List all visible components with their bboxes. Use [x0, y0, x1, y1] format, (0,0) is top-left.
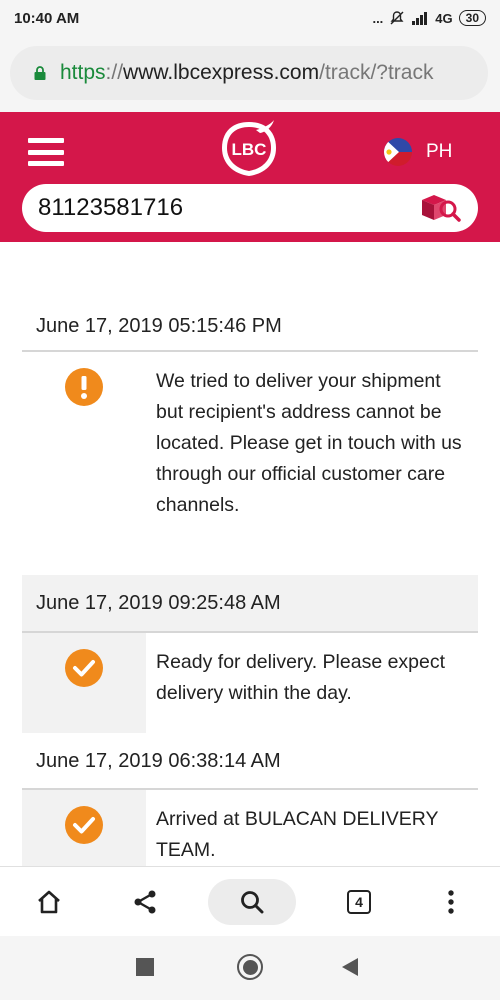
site-header: LBC PH	[0, 112, 500, 242]
lbc-logo[interactable]: LBC	[216, 118, 282, 180]
address-bar[interactable]: https://www.lbcexpress.com/track/?track	[10, 46, 488, 100]
checkmark-icon	[65, 649, 103, 687]
status-time: 10:40 AM	[14, 9, 80, 27]
signal-icon	[412, 12, 428, 25]
url-host: www.lbcexpress.com	[123, 61, 320, 84]
url-separator: ://	[105, 61, 124, 84]
checkmark-icon	[65, 806, 103, 844]
tracking-number-input[interactable]	[38, 194, 408, 222]
more-notifications-icon: ...	[372, 10, 384, 26]
entry-icon-cell	[22, 790, 146, 866]
entry-message: Ready for delivery. Please expect delive…	[146, 633, 478, 733]
entry-date: June 17, 2019 05:15:46 PM	[36, 314, 282, 337]
track-package-search-icon[interactable]	[418, 192, 462, 224]
more-options-button[interactable]	[428, 879, 474, 925]
url-path: /track/?track	[319, 61, 434, 84]
entry-message: Arrived at BULACAN DELIVERY TEAM.	[146, 790, 478, 866]
share-icon	[134, 890, 156, 914]
entry-date: June 17, 2019 09:25:48 AM	[22, 575, 478, 631]
back-button[interactable]	[340, 956, 360, 978]
status-bar: 10:40 AM ... 4G 30	[0, 0, 500, 36]
home-icon	[38, 890, 60, 914]
battery-icon: 30	[458, 10, 486, 26]
warning-icon	[65, 368, 103, 406]
tab-count: 4	[347, 890, 371, 914]
ph-flag-icon	[384, 138, 412, 166]
share-button[interactable]	[122, 879, 168, 925]
tracking-entry: Arrived at BULACAN DELIVERY TEAM.	[22, 790, 478, 866]
tracking-history: June 17, 2019 05:15:46 PM We tried to de…	[0, 242, 500, 866]
home-button[interactable]	[26, 879, 72, 925]
entry-message: We tried to deliver your shipment but re…	[146, 352, 478, 574]
lock-icon	[34, 66, 46, 80]
menu-icon[interactable]	[28, 138, 64, 166]
tracking-entry: We tried to deliver your shipment but re…	[22, 352, 478, 574]
url-scheme: https	[60, 61, 106, 84]
country-selector[interactable]: PH	[384, 138, 452, 166]
tracking-search-box	[22, 184, 478, 232]
logo-text: LBC	[232, 140, 267, 159]
country-label: PH	[426, 141, 453, 162]
entry-date: June 17, 2019 06:38:14 AM	[36, 749, 281, 772]
entry-icon-cell	[22, 633, 146, 733]
tabs-button[interactable]: 4	[336, 879, 382, 925]
more-vert-icon	[448, 890, 454, 914]
home-system-button[interactable]	[237, 954, 263, 980]
system-navigation-bar	[0, 936, 500, 1000]
browser-toolbar: https://www.lbcexpress.com/track/?track	[0, 36, 500, 112]
home-circle-icon	[242, 959, 258, 975]
recents-button[interactable]	[136, 958, 154, 976]
status-icons: ... 4G 30	[372, 10, 486, 26]
mute-icon	[390, 11, 404, 25]
browser-bottom-toolbar: 4	[0, 866, 500, 936]
tracking-entry: Ready for delivery. Please expect delive…	[22, 633, 478, 733]
search-button[interactable]	[208, 879, 296, 925]
search-icon	[241, 891, 264, 914]
entry-icon-cell	[22, 352, 146, 574]
network-type: 4G	[435, 10, 453, 26]
